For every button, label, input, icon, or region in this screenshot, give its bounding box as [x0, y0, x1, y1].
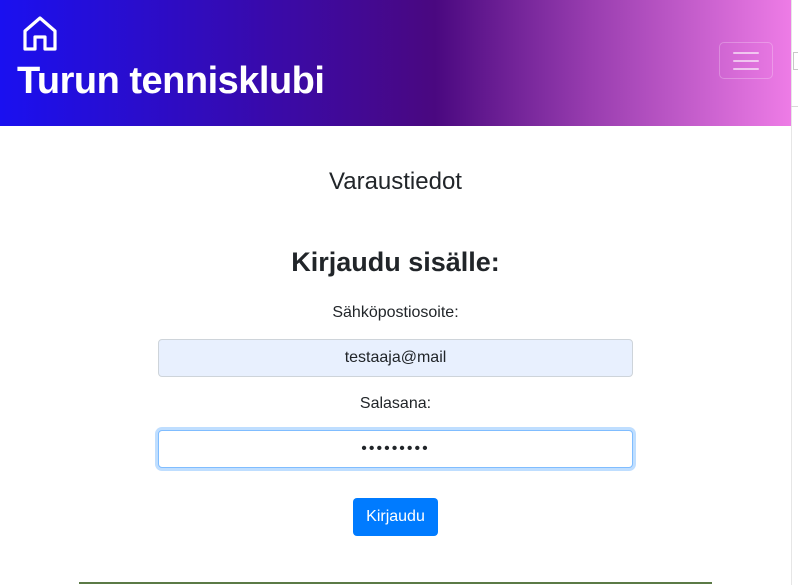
- navbar: Turun tennisklubi: [0, 0, 791, 126]
- password-label: Salasana:: [359, 395, 432, 412]
- email-label: Sähköpostiosoite:: [332, 304, 459, 321]
- divider: [79, 582, 712, 584]
- page-title: Varaustiedot: [329, 168, 462, 195]
- login-heading: Kirjaudu sisälle:: [291, 247, 500, 277]
- home-icon[interactable]: [21, 14, 59, 52]
- edge-line: [791, 106, 798, 107]
- email-field[interactable]: [158, 339, 633, 377]
- hamburger-icon: [733, 51, 759, 54]
- window-edge: [791, 0, 798, 585]
- login-button[interactable]: Kirjaudu: [353, 498, 438, 536]
- edge-fragment: [793, 52, 798, 70]
- brand-title[interactable]: Turun tennisklubi: [17, 60, 325, 103]
- password-field[interactable]: [158, 430, 633, 468]
- navbar-toggler-button[interactable]: [719, 42, 773, 79]
